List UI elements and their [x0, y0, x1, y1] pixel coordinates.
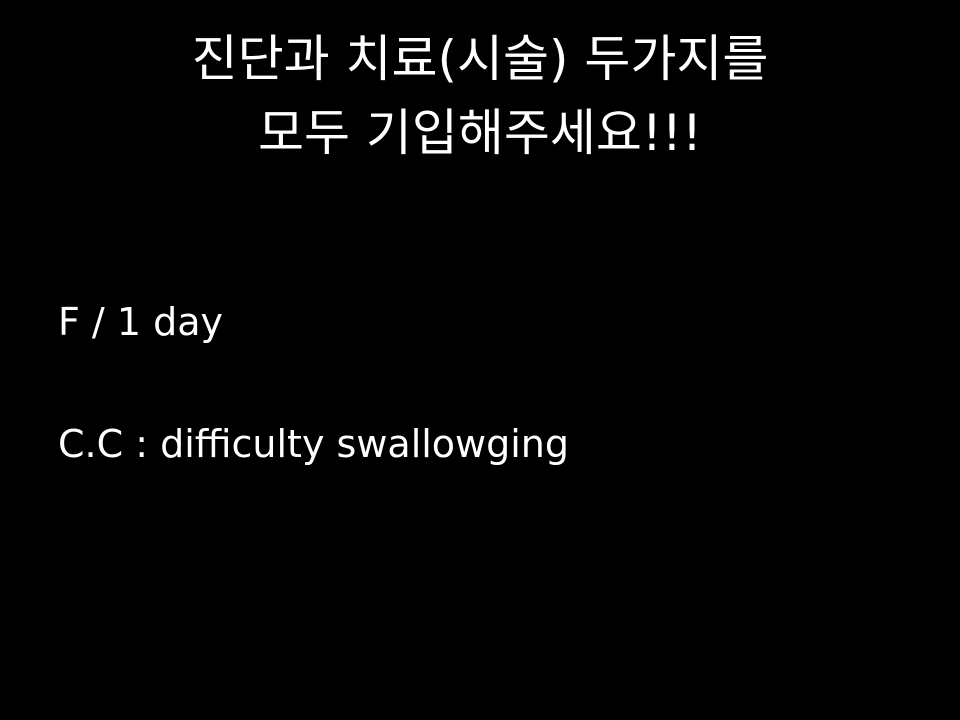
- slide: 진단과 치료(시술) 두가지를 모두 기입해주세요!!! F / 1 day C…: [0, 0, 960, 720]
- chief-complaint-line: C.C : difficulty swallowging: [58, 422, 570, 466]
- slide-title: 진단과 치료(시술) 두가지를 모두 기입해주세요!!!: [0, 22, 960, 170]
- slide-title-line-1: 진단과 치료(시술) 두가지를: [191, 30, 769, 88]
- patient-info-line: F / 1 day: [58, 300, 223, 344]
- slide-title-line-2: 모두 기입해주세요!!!: [257, 104, 703, 162]
